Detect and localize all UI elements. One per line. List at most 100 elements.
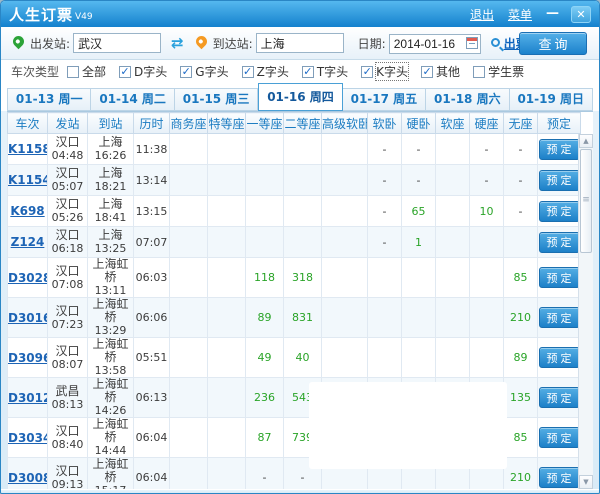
- train-number-cell: D3016: [8, 298, 48, 338]
- logout-link[interactable]: 退出: [470, 6, 494, 23]
- seat-availability-cell: -: [368, 165, 402, 196]
- seat-availability-cell: [246, 227, 284, 258]
- checkbox-icon[interactable]: ✓: [242, 66, 254, 78]
- station-name: 上海: [88, 167, 133, 180]
- date-tab[interactable]: 01-15 周三: [175, 88, 258, 111]
- arrival-station-input[interactable]: [256, 33, 344, 53]
- filter-checkbox[interactable]: ✓其他: [421, 63, 460, 80]
- vertical-scrollbar[interactable]: ▲ ≡ ▼: [578, 134, 593, 489]
- checkbox-icon[interactable]: ✓: [119, 66, 131, 78]
- checkbox-icon[interactable]: ✓: [302, 66, 314, 78]
- close-button[interactable]: ✕: [571, 6, 591, 23]
- train-number-link[interactable]: D3096: [8, 351, 48, 365]
- arrival-station-cell: 上海13:25: [88, 227, 134, 258]
- train-number-cell: D3034: [8, 418, 48, 458]
- book-cell: 预定: [538, 458, 581, 490]
- book-button[interactable]: 预定: [539, 267, 580, 288]
- calendar-icon[interactable]: [466, 37, 478, 49]
- book-button[interactable]: 预定: [539, 347, 580, 368]
- checkbox-icon[interactable]: [473, 66, 485, 78]
- train-number-cell: K1158: [8, 134, 48, 165]
- arrival-station-cell: 上海虹桥15:17: [88, 458, 134, 490]
- station-time: 09:13: [48, 478, 87, 490]
- book-button[interactable]: 预定: [539, 467, 580, 488]
- departure-station-input[interactable]: [73, 33, 161, 53]
- train-number-link[interactable]: D3008: [8, 471, 48, 485]
- station-name: 汉口: [48, 198, 87, 211]
- seat-availability-cell: [208, 338, 246, 378]
- checkbox-icon[interactable]: ✓: [421, 66, 433, 78]
- station-name: 汉口: [48, 425, 87, 438]
- minimize-button[interactable]: —: [546, 9, 559, 19]
- filter-checkbox[interactable]: ✓G字头: [180, 63, 228, 80]
- filter-checkbox[interactable]: 全部: [67, 63, 106, 80]
- scroll-down-button[interactable]: ▼: [579, 475, 593, 489]
- book-button[interactable]: 预定: [539, 201, 580, 222]
- seat-availability-cell: [170, 258, 208, 298]
- filter-checkbox[interactable]: ✓Z字头: [242, 63, 289, 80]
- train-number-link[interactable]: D3012: [8, 391, 48, 405]
- filter-checkbox[interactable]: ✓D字头: [119, 63, 167, 80]
- menu-link[interactable]: 菜单: [508, 6, 532, 23]
- seat-availability-cell: [402, 338, 436, 378]
- checkbox-icon[interactable]: [67, 66, 79, 78]
- train-number-link[interactable]: Z124: [11, 235, 45, 249]
- book-button[interactable]: 预定: [539, 139, 580, 160]
- column-header: 预定: [538, 113, 581, 134]
- station-name: 汉口: [48, 265, 87, 278]
- train-number-link[interactable]: K698: [10, 204, 44, 218]
- scrollbar-thumb[interactable]: ≡: [580, 149, 592, 253]
- duration-cell: 06:04: [134, 458, 170, 490]
- station-time: 07:23: [48, 318, 87, 331]
- train-type-filter-bar: 车次类型 全部✓D字头✓G字头✓Z字头✓T字头✓K字头✓其他学生票: [1, 60, 599, 83]
- date-tab[interactable]: 01-17 周五: [343, 88, 426, 111]
- app-version: V49: [75, 12, 93, 22]
- station-name: 汉口: [48, 229, 87, 242]
- train-number-link[interactable]: D3028: [8, 271, 48, 285]
- seat-availability-cell: -: [504, 134, 538, 165]
- train-number-link[interactable]: D3016: [8, 311, 48, 325]
- seat-availability-cell: 65: [402, 196, 436, 227]
- column-header: 特等座: [208, 113, 246, 134]
- column-header: 发站: [48, 113, 88, 134]
- query-button[interactable]: 查询: [519, 32, 587, 55]
- seat-availability-cell: [284, 196, 322, 227]
- checkbox-label: 学生票: [488, 63, 524, 80]
- station-name: 上海虹桥: [88, 378, 133, 404]
- book-button[interactable]: 预定: [539, 307, 580, 328]
- date-tab-active[interactable]: 01-16 周四: [258, 83, 342, 111]
- checkbox-icon[interactable]: ✓: [361, 66, 373, 78]
- departure-station-cell: 汉口06:18: [48, 227, 88, 258]
- train-number-link[interactable]: K1158: [8, 142, 48, 156]
- filter-checkbox[interactable]: ✓T字头: [302, 63, 348, 80]
- train-number-cell: D3008: [8, 458, 48, 490]
- filter-checkbox[interactable]: ✓K字头: [361, 63, 408, 80]
- station-time: 18:21: [88, 180, 133, 193]
- scroll-up-button[interactable]: ▲: [579, 134, 593, 148]
- train-number-cell: D3096: [8, 338, 48, 378]
- station-name: 上海虹桥: [88, 458, 133, 484]
- seat-availability-cell: [246, 134, 284, 165]
- book-button[interactable]: 预定: [539, 170, 580, 191]
- date-tab[interactable]: 01-13 周一: [7, 88, 91, 111]
- swap-stations-icon[interactable]: ⇄: [171, 34, 184, 52]
- station-time: 13:29: [88, 324, 133, 337]
- station-name: 上海: [88, 136, 133, 149]
- book-button[interactable]: 预定: [539, 387, 580, 408]
- search-bar: 出发站: ⇄ 到达站: 日期: 出票时间查询 查询: [1, 27, 599, 60]
- checkbox-icon[interactable]: ✓: [180, 66, 192, 78]
- train-number-link[interactable]: K1154: [8, 173, 48, 187]
- date-tab[interactable]: 01-19 周日: [510, 88, 593, 111]
- duration-cell: 05:51: [134, 338, 170, 378]
- date-tab[interactable]: 01-18 周六: [426, 88, 509, 111]
- station-time: 16:26: [88, 149, 133, 162]
- date-tab[interactable]: 01-14 周二: [91, 88, 174, 111]
- train-number-link[interactable]: D3034: [8, 431, 48, 445]
- arrival-station-cell: 上海虹桥13:58: [88, 338, 134, 378]
- station-time: 14:26: [88, 404, 133, 417]
- book-button[interactable]: 预定: [539, 232, 580, 253]
- filter-checkbox[interactable]: 学生票: [473, 63, 524, 80]
- book-cell: 预定: [538, 165, 581, 196]
- book-button[interactable]: 预定: [539, 427, 580, 448]
- seat-availability-cell: 40: [284, 338, 322, 378]
